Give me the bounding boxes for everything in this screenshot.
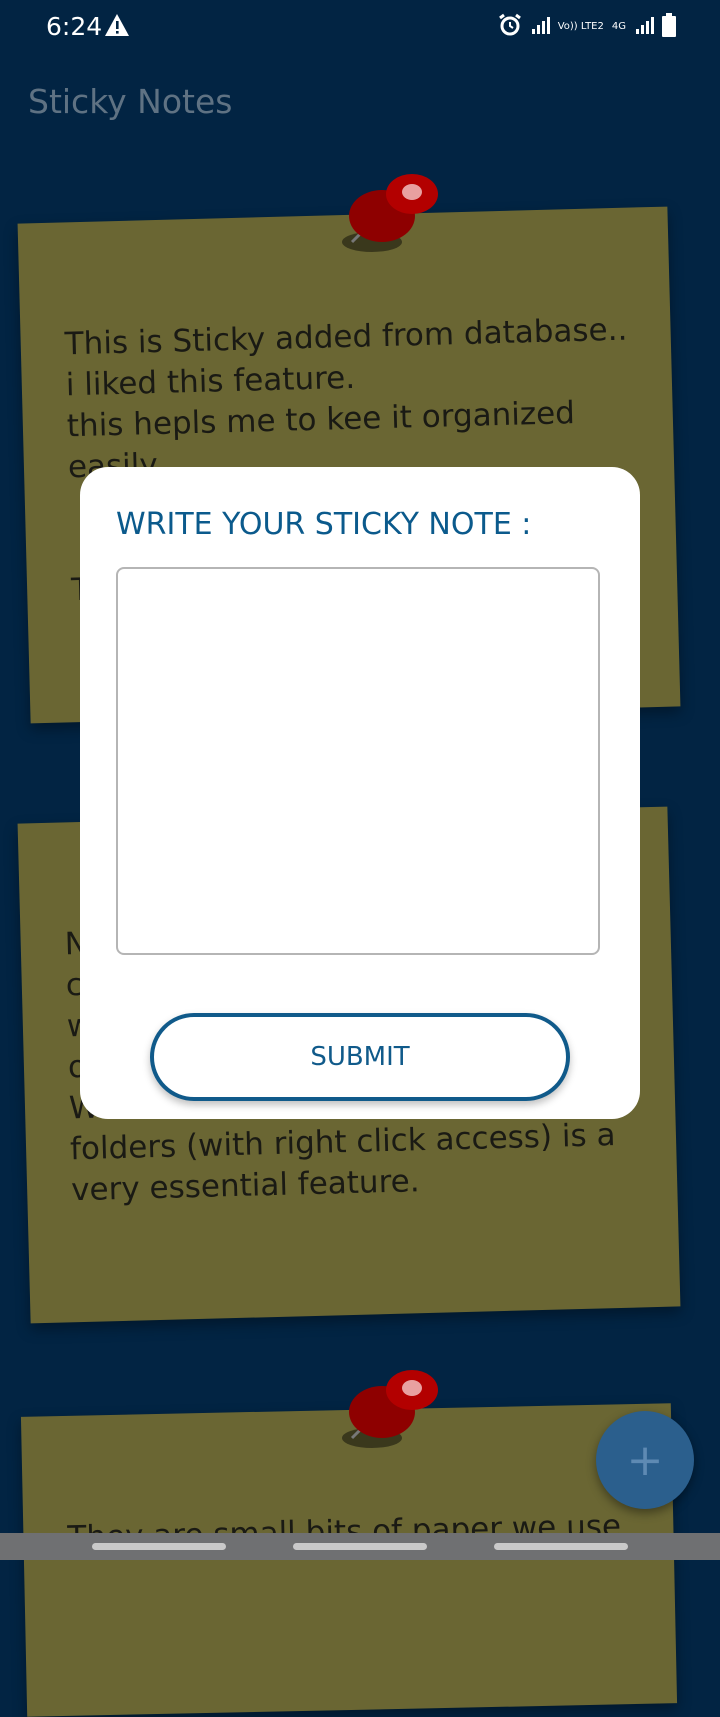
status-time: 6:24 (46, 12, 103, 41)
nav-pill[interactable] (92, 1543, 226, 1550)
add-note-dialog: WRITE YOUR STICKY NOTE : SUBMIT (80, 467, 640, 1119)
submit-button[interactable]: SUBMIT (150, 1013, 570, 1101)
pushpin-icon (342, 1370, 438, 1448)
network-type-label: Vo)) LTE2 (557, 21, 604, 32)
dialog-title: WRITE YOUR STICKY NOTE : (116, 507, 532, 542)
battery-icon (662, 13, 676, 41)
alarm-icon (498, 13, 522, 41)
plus-icon: + (626, 1434, 664, 1486)
system-nav-bar (0, 1533, 720, 1560)
network-4g-label: 4G (611, 21, 626, 32)
add-note-button[interactable]: + (596, 1411, 694, 1509)
pushpin-icon (342, 174, 438, 252)
page-title: Sticky Notes (28, 82, 233, 121)
status-bar: 6:24 Vo)) LTE2 4G (0, 0, 720, 56)
status-icons: Vo)) LTE2 4G (498, 13, 676, 41)
signal-icon (634, 15, 654, 39)
warning-icon (104, 13, 130, 41)
note-input[interactable] (116, 567, 600, 955)
nav-pill[interactable] (293, 1543, 427, 1550)
nav-pill[interactable] (494, 1543, 628, 1550)
signal-icon (530, 15, 550, 39)
